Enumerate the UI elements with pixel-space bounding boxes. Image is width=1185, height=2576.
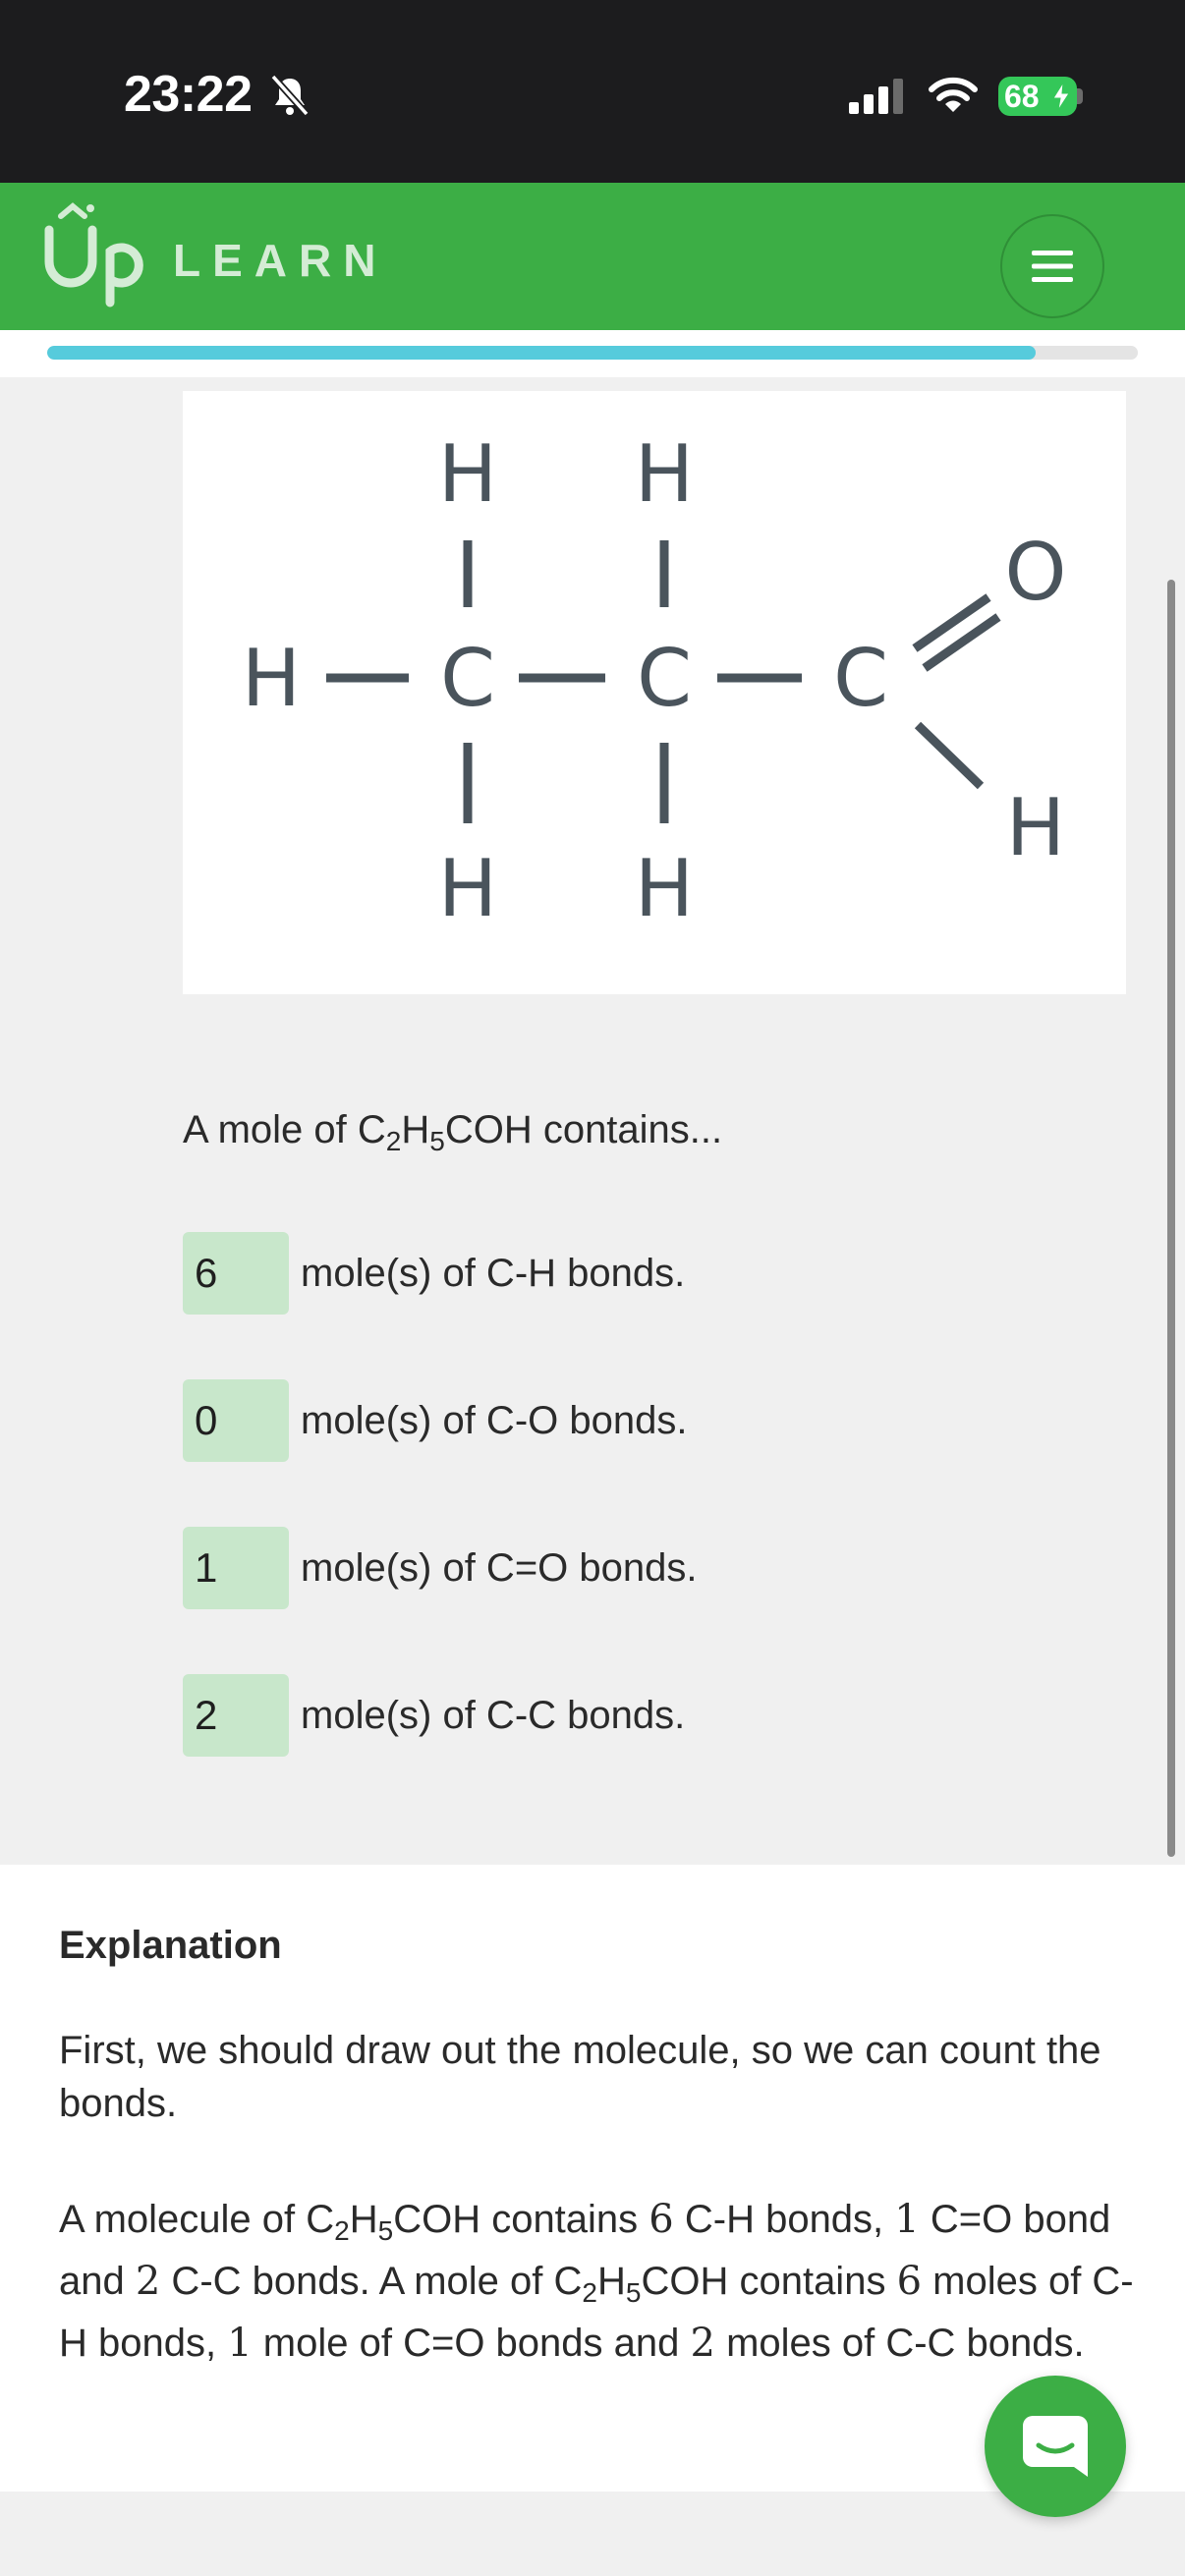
question-text: A mole of C2H5COH contains... [183, 1108, 723, 1156]
status-bar: 23:22 68 [0, 0, 1185, 183]
answer-row-c-double-o: 1 mole(s) of C=O bonds. [183, 1527, 698, 1609]
battery-cap [1077, 88, 1083, 104]
battery-level: 68 [1004, 78, 1040, 114]
answer-label-c-double-o: mole(s) of C=O bonds. [301, 1545, 698, 1590]
explanation-title: Explanation [59, 1924, 282, 1967]
atom-c-2: C [637, 633, 692, 724]
charging-bolt-icon [1052, 83, 1070, 110]
wifi-icon [929, 77, 978, 112]
explanation-paragraph-1: First, we should draw out the molecule, … [59, 2029, 1101, 2125]
chat-icon [1023, 2416, 1088, 2477]
scrollbar[interactable] [1167, 580, 1175, 1857]
lesson-progress [0, 330, 1185, 377]
menu-button[interactable] [1000, 214, 1104, 318]
bond-c3-o-1 [912, 593, 991, 652]
logo-text: LEARN [173, 235, 388, 286]
atom-c-1: C [440, 633, 495, 724]
answer-input-cc[interactable]: 2 [183, 1674, 289, 1757]
signal-icon [849, 79, 903, 114]
answer-input-ch[interactable]: 6 [183, 1232, 289, 1315]
atom-h-left: H [242, 633, 301, 724]
atom-h-top-1: H [438, 428, 497, 520]
explanation-paragraph-2: A molecule of C2H5COH contains 6 C-H bon… [59, 2197, 1134, 2366]
atom-c-3: C [833, 633, 888, 724]
bond-c3-o-2 [922, 613, 1001, 672]
progress-fill [47, 346, 1036, 360]
answer-label-ch: mole(s) of C-H bonds. [301, 1251, 686, 1295]
answer-label-co: mole(s) of C-O bonds. [301, 1398, 688, 1442]
status-time: 23:22 [124, 66, 253, 123]
molecule-diagram: H H H C C C O H H H [183, 391, 1126, 994]
answer-input-co[interactable]: 0 [183, 1379, 289, 1462]
atom-o: O [1005, 527, 1067, 618]
chat-button[interactable] [985, 2376, 1126, 2517]
answer-row-co: 0 mole(s) of C-O bonds. [183, 1379, 687, 1462]
answer-label-cc: mole(s) of C-C bonds. [301, 1693, 686, 1737]
hamburger-menu-icon [1032, 251, 1073, 282]
atom-h-right: H [1006, 782, 1065, 873]
app-header: LEARN [0, 183, 1185, 330]
answer-input-c-double-o[interactable]: 1 [183, 1527, 289, 1609]
atom-h-bottom-1: H [438, 843, 497, 934]
progress-track [47, 346, 1138, 360]
answer-row-ch: 6 mole(s) of C-H bonds. [183, 1232, 685, 1315]
bond-c3-h [914, 721, 985, 790]
answer-row-cc: 2 mole(s) of C-C bonds. [183, 1674, 685, 1757]
atom-h-bottom-2: H [635, 843, 694, 934]
atom-h-top-2: H [635, 428, 694, 520]
bell-muted-icon [270, 74, 310, 117]
formula: C2H5COH [357, 1108, 533, 1156]
up-logo-icon[interactable] [39, 200, 157, 308]
